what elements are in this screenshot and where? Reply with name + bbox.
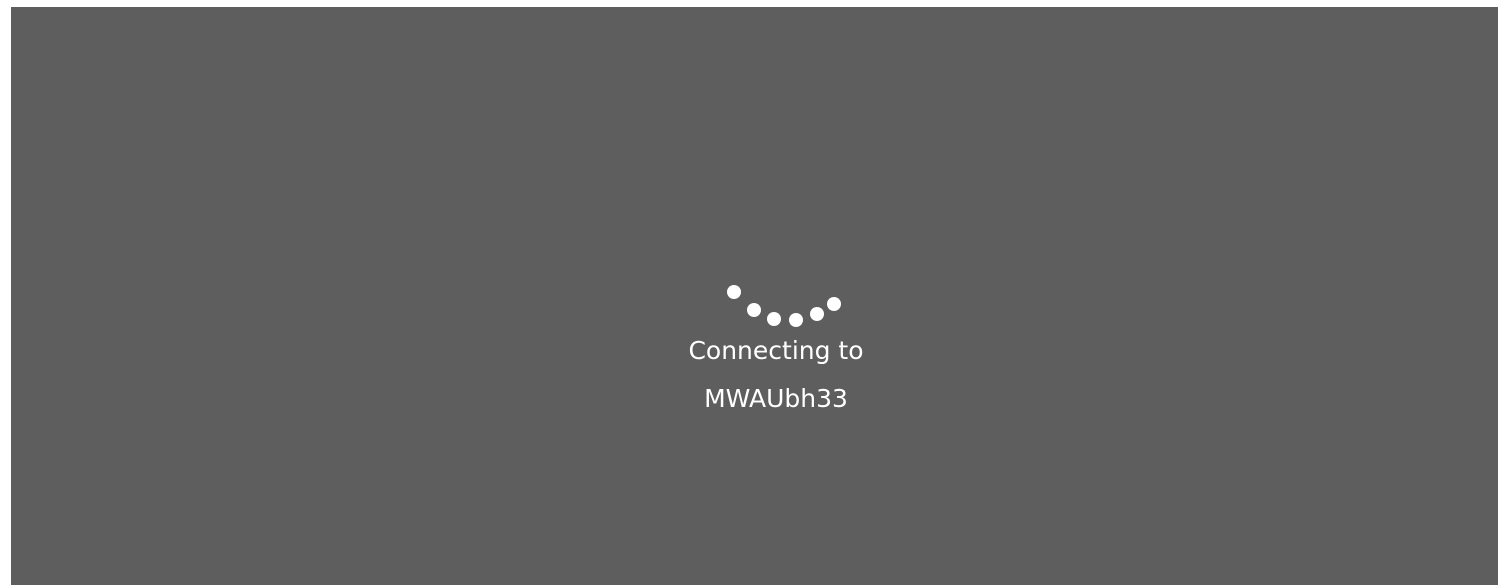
spinner-dot [727, 285, 741, 299]
connection-status: Connecting to MWAUbh33 [578, 327, 974, 423]
spinner-dot [827, 297, 841, 311]
connecting-label: Connecting to [688, 336, 864, 365]
spinner-dot [810, 307, 824, 321]
spinner-dot [789, 313, 803, 327]
remote-connection-screen [11, 7, 1498, 585]
target-machine-name: MWAUbh33 [704, 384, 848, 413]
spinner-dot [747, 303, 761, 317]
spinner-dot [767, 312, 781, 326]
